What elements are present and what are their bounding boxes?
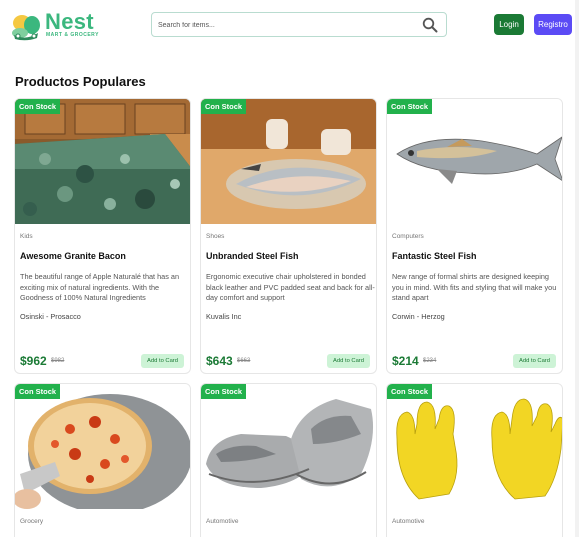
- logo[interactable]: Nest MART & GROCERY: [10, 9, 100, 41]
- product-description: The beautiful range of Apple Naturalé th…: [20, 272, 180, 302]
- logo-tagline: MART & GROCERY: [46, 32, 99, 38]
- product-price: $643: [206, 354, 233, 368]
- logo-icon: [12, 15, 40, 41]
- product-card[interactable]: Con Stock Kids Awesome Granite Bacon The…: [14, 98, 191, 374]
- register-button[interactable]: Registro: [534, 14, 572, 35]
- product-category[interactable]: Grocery: [20, 518, 43, 525]
- product-card[interactable]: Con Stock Grocery: [14, 383, 191, 537]
- section-title: Productos Populares: [15, 74, 146, 89]
- product-image[interactable]: [201, 384, 376, 509]
- product-old-price: $234: [423, 358, 437, 364]
- stock-badge: Con Stock: [201, 99, 247, 114]
- product-card[interactable]: Con Stock Automotive: [200, 383, 377, 537]
- stock-badge: Con Stock: [15, 384, 61, 399]
- scrollbar[interactable]: [575, 0, 579, 537]
- product-category[interactable]: Kids: [20, 233, 33, 240]
- product-image[interactable]: [15, 384, 190, 509]
- product-vendor: Osinski - Prosacco: [20, 312, 81, 321]
- product-image[interactable]: [387, 384, 562, 509]
- product-title[interactable]: Awesome Granite Bacon: [20, 251, 126, 261]
- product-old-price: $982: [51, 358, 65, 364]
- product-title[interactable]: Unbranded Steel Fish: [206, 251, 299, 261]
- header: Nest MART & GROCERY Login Registro: [0, 0, 579, 52]
- product-category[interactable]: Computers: [392, 233, 424, 240]
- product-price: $214: [392, 354, 419, 368]
- product-price: $962: [20, 354, 47, 368]
- product-card[interactable]: Con Stock Automotive: [386, 383, 563, 537]
- stock-badge: Con Stock: [201, 384, 247, 399]
- search-input[interactable]: [158, 17, 408, 33]
- search-bar: [151, 12, 447, 37]
- stock-badge: Con Stock: [387, 99, 433, 114]
- login-button[interactable]: Login: [494, 14, 524, 35]
- add-to-cart-button[interactable]: Add to Card: [141, 354, 184, 368]
- product-vendor: Corwin - Herzog: [392, 312, 445, 321]
- product-card[interactable]: Con Stock Shoes Unbranded Steel Fish Erg…: [200, 98, 377, 374]
- product-image[interactable]: [15, 99, 190, 224]
- stock-badge: Con Stock: [15, 99, 61, 114]
- product-category[interactable]: Automotive: [392, 518, 425, 525]
- product-image[interactable]: [201, 99, 376, 224]
- product-category[interactable]: Shoes: [206, 233, 224, 240]
- product-card[interactable]: Con Stock Computers Fantastic Steel Fish…: [386, 98, 563, 374]
- add-to-cart-button[interactable]: Add to Card: [327, 354, 370, 368]
- search-icon[interactable]: [422, 17, 438, 33]
- product-description: Ergonomic executive chair upholstered in…: [206, 272, 375, 302]
- product-vendor: Kuvalis Inc: [206, 312, 242, 321]
- stock-badge: Con Stock: [387, 384, 433, 399]
- product-old-price: $663: [237, 358, 251, 364]
- product-image[interactable]: [387, 99, 562, 224]
- product-category[interactable]: Automotive: [206, 518, 239, 525]
- add-to-cart-button[interactable]: Add to Card: [513, 354, 556, 368]
- product-description: New range of formal shirts are designed …: [392, 272, 557, 302]
- product-title[interactable]: Fantastic Steel Fish: [392, 251, 477, 261]
